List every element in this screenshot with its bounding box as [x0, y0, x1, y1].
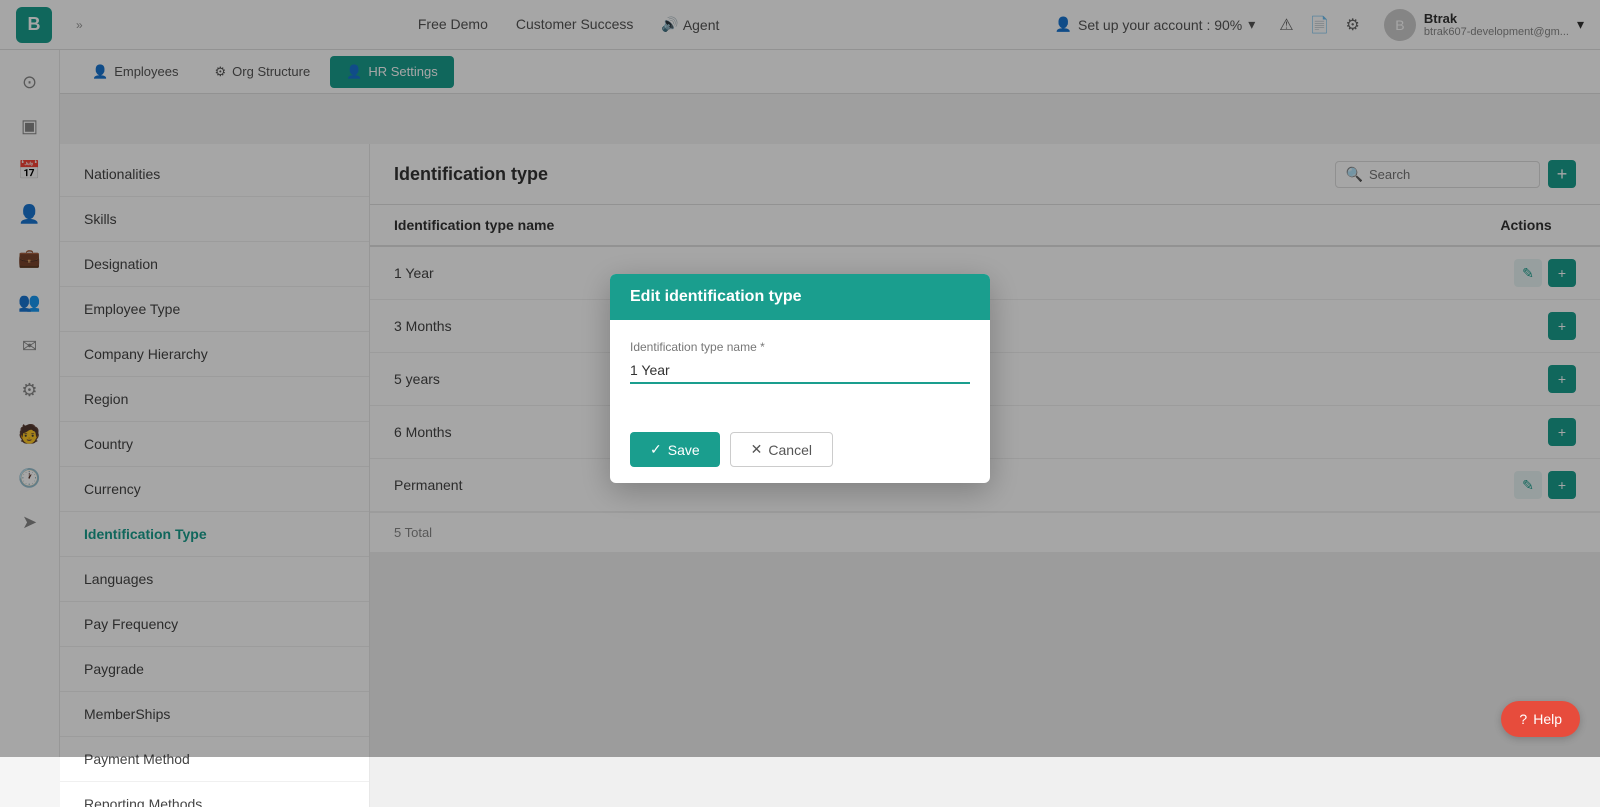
checkmark-icon: ✓ [650, 441, 662, 458]
identification-type-name-field[interactable] [630, 358, 970, 384]
modal-body: Identification type name * [610, 320, 990, 420]
save-button[interactable]: ✓ Save [630, 432, 720, 467]
modal-overlay: Edit identification type Identification … [0, 0, 1600, 757]
cancel-button[interactable]: ✕ Cancel [730, 432, 833, 467]
modal-header: Edit identification type [610, 274, 990, 320]
help-button[interactable]: ? Help [1501, 701, 1580, 737]
field-label: Identification type name * [630, 340, 970, 354]
help-icon: ? [1519, 711, 1527, 727]
form-group-name: Identification type name * [630, 340, 970, 384]
edit-modal: Edit identification type Identification … [610, 274, 990, 483]
modal-footer: ✓ Save ✕ Cancel [610, 420, 990, 483]
x-icon: ✕ [751, 441, 763, 458]
modal-title: Edit identification type [630, 288, 802, 305]
menu-item-reporting-methods[interactable]: Reporting Methods [60, 782, 369, 807]
